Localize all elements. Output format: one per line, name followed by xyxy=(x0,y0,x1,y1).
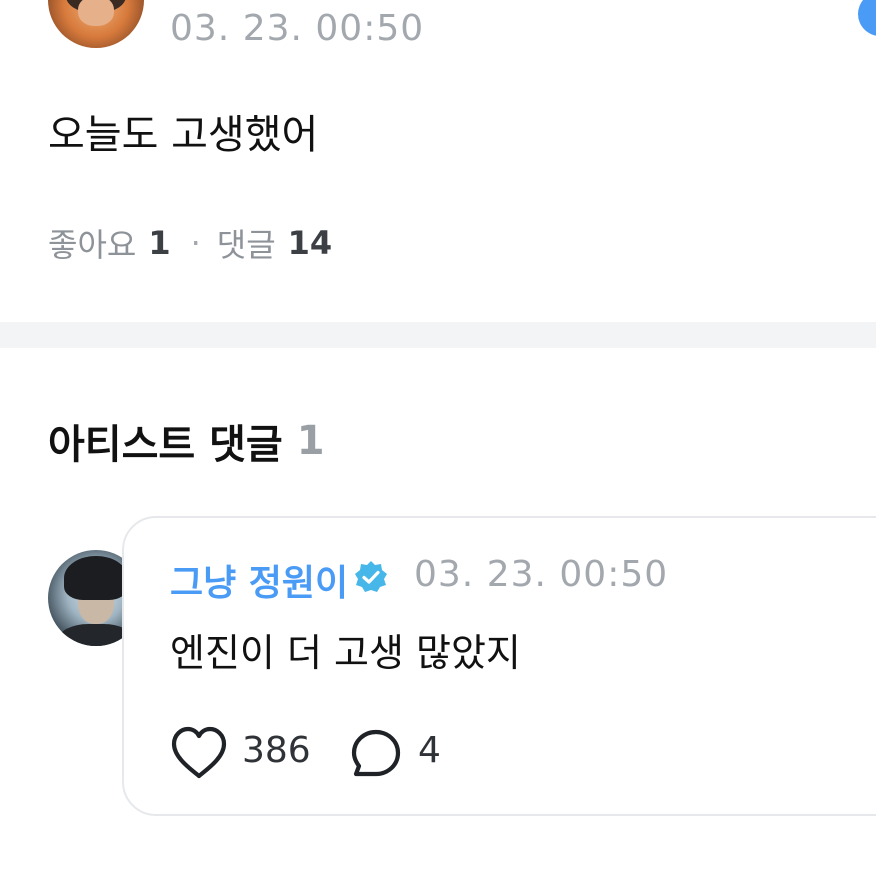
post-timestamp: 03. 23. 00:50 xyxy=(170,8,425,49)
comment-body-text: 엔진이 더 고생 많았지 xyxy=(170,631,521,675)
reply-bubble-icon[interactable] xyxy=(350,728,402,780)
artist-name[interactable]: 그냥 정원이 xyxy=(170,554,348,606)
post-stats: 좋아요 1 · 댓글 14 xyxy=(48,220,332,266)
stats-separator: · xyxy=(190,224,201,262)
likes-count[interactable]: 1 xyxy=(148,224,170,262)
comment-timestamp: 03. 23. 00:50 xyxy=(414,554,669,595)
avatar-face xyxy=(78,0,114,26)
artist-comments-heading: 아티스트 댓글 1 xyxy=(48,412,325,470)
comment-like-count[interactable]: 386 xyxy=(242,730,311,771)
section-divider xyxy=(0,322,876,348)
artist-comments-count: 1 xyxy=(296,418,325,464)
post-detail-page: 03. 23. 00:50 오늘도 고생했어 좋아요 1 · 댓글 14 아티스… xyxy=(0,0,876,876)
verified-badge-icon xyxy=(355,561,387,592)
menu-button-edge[interactable] xyxy=(858,0,876,36)
avatar-hair xyxy=(64,556,128,600)
likes-label[interactable]: 좋아요 xyxy=(48,220,136,266)
post-author-avatar[interactable] xyxy=(48,0,144,48)
comments-count[interactable]: 14 xyxy=(288,224,333,262)
artist-comments-title: 아티스트 댓글 xyxy=(48,422,283,468)
comment-reply-count[interactable]: 4 xyxy=(418,730,441,771)
post-body-text: 오늘도 고생했어 xyxy=(48,112,319,158)
heart-icon[interactable] xyxy=(170,726,228,780)
comments-label[interactable]: 댓글 xyxy=(217,220,276,266)
